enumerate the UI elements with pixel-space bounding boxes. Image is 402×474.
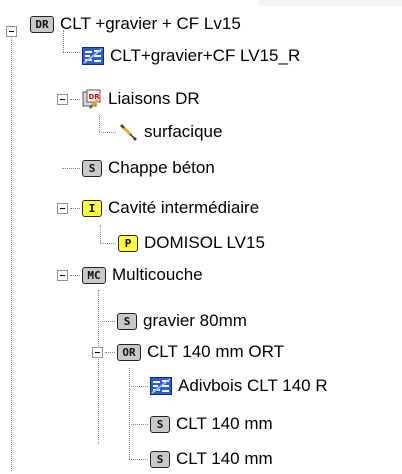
tree-item-clt-1[interactable]: S CLT 140 mm bbox=[150, 409, 273, 439]
window-top-edge bbox=[258, 0, 402, 6]
tree-item-label: CLT +gravier + CF Lv15 bbox=[60, 14, 241, 33]
tree-item-label: Chappe béton bbox=[108, 158, 215, 177]
s-badge-icon: S bbox=[117, 312, 137, 330]
tree-item-surfacique[interactable]: surfacique bbox=[118, 117, 222, 147]
tree-item-label: CLT 140 mm ORT bbox=[147, 342, 284, 361]
s-badge-icon: S bbox=[82, 159, 102, 177]
tree-item-cavite[interactable]: I Cavité intermédiaire bbox=[82, 193, 259, 223]
tree-item-clt-ort[interactable]: OR CLT 140 mm ORT bbox=[117, 337, 284, 367]
tree-item-clt-2[interactable]: S CLT 140 mm bbox=[150, 444, 273, 474]
tree-item-label: Liaisons DR bbox=[108, 89, 200, 108]
material-swatch-icon bbox=[150, 377, 172, 395]
or-badge-icon: OR bbox=[117, 343, 141, 361]
liaisons-dr-icon: DR bbox=[82, 89, 102, 109]
tree-item-domisol[interactable]: P DOMISOL LV15 bbox=[118, 228, 265, 258]
tree-item-label: surfacique bbox=[144, 122, 223, 141]
mc-badge-icon: MC bbox=[82, 266, 106, 284]
tree-item-adivbois[interactable]: Adivbois CLT 140 R bbox=[150, 371, 328, 401]
tree-item-label: CLT 140 mm bbox=[176, 449, 273, 468]
tree-item-root[interactable]: DR CLT +gravier + CF Lv15 bbox=[30, 9, 241, 39]
tree-item-label: Multicouche bbox=[112, 265, 203, 284]
tree-item-label: Adivbois CLT 140 R bbox=[178, 376, 328, 395]
tree-item-gravier[interactable]: S gravier 80mm bbox=[117, 306, 247, 336]
expander-multicouche[interactable] bbox=[57, 270, 68, 281]
expander-clt-ort[interactable] bbox=[92, 347, 103, 358]
surface-link-icon bbox=[118, 122, 138, 142]
p-badge-icon: P bbox=[118, 234, 138, 252]
tree-item-liaisons[interactable]: DR Liaisons DR bbox=[82, 84, 200, 114]
tree-item-material[interactable]: CLT+gravier+CF LV15_R bbox=[82, 41, 300, 71]
expander-liaisons[interactable] bbox=[57, 94, 68, 105]
i-badge-icon: I bbox=[82, 199, 102, 217]
tree-item-label: DOMISOL LV15 bbox=[144, 233, 265, 252]
tree-item-label: CLT+gravier+CF LV15_R bbox=[110, 46, 301, 65]
tree-item-chappe[interactable]: S Chappe béton bbox=[82, 153, 215, 183]
expander-root[interactable] bbox=[6, 26, 17, 37]
s-badge-icon: S bbox=[150, 450, 170, 468]
tree-item-label: gravier 80mm bbox=[143, 311, 247, 330]
material-swatch-icon bbox=[82, 47, 104, 65]
dr-badge-icon: DR bbox=[30, 15, 54, 33]
tree-item-label: CLT 140 mm bbox=[176, 414, 273, 433]
svg-text:DR: DR bbox=[89, 93, 101, 101]
tree-item-multicouche[interactable]: MC Multicouche bbox=[82, 260, 203, 290]
s-badge-icon: S bbox=[150, 415, 170, 433]
tree-item-label: Cavité intermédiaire bbox=[108, 198, 260, 217]
expander-cavite[interactable] bbox=[57, 203, 68, 214]
